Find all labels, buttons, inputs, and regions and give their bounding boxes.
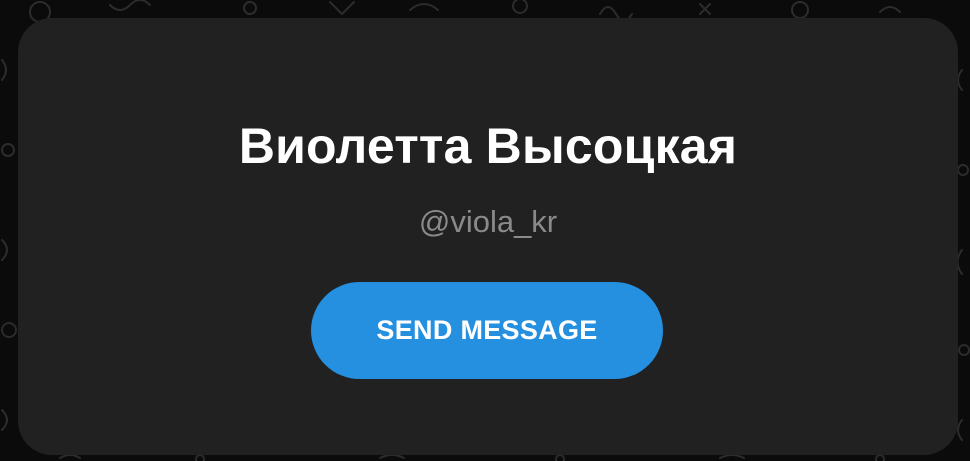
profile-card: Виолетта Высоцкая @viola_kr SEND MESSAGE	[18, 18, 958, 455]
send-message-button[interactable]: SEND MESSAGE	[311, 282, 663, 379]
profile-name: Виолетта Высоцкая	[238, 118, 738, 174]
profile-username: @viola_kr	[418, 204, 558, 239]
